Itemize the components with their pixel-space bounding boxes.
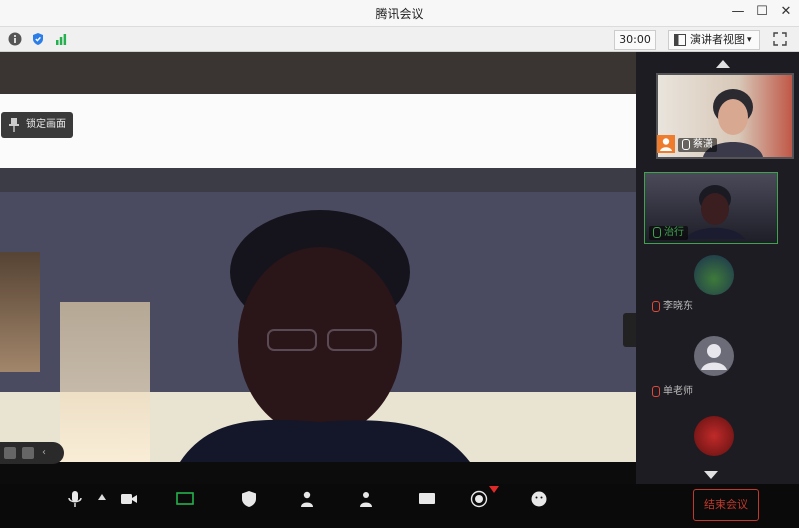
participant-name-bar: 治行 (649, 226, 688, 240)
fullscreen-icon[interactable] (773, 32, 787, 46)
camera-icon[interactable] (120, 490, 138, 508)
minimize-button[interactable]: — (728, 3, 748, 21)
participant-name-bar: 单老师 (648, 385, 697, 399)
security-icon[interactable] (240, 490, 258, 508)
self-name-bar: 蔡潇 (678, 138, 717, 152)
speaker-video (180, 210, 470, 462)
title-bar: 腾讯会议 — ☐ ✕ (0, 0, 799, 27)
participant-name-bar: 李晓东 (648, 300, 697, 314)
avatar (694, 255, 734, 295)
chevron-left-icon[interactable]: ‹ (42, 447, 54, 459)
participant-video (685, 185, 745, 239)
participant-tile[interactable]: 治行 (644, 172, 778, 244)
meeting-timer: 30:00 (614, 30, 656, 50)
self-view-tile[interactable]: 蔡潇 (656, 73, 794, 159)
pin-icon (9, 118, 19, 132)
mic-icon (653, 226, 661, 238)
video-background (0, 52, 660, 94)
participant-tile[interactable] (644, 412, 776, 462)
chat-icon[interactable] (418, 490, 436, 508)
mic-muted-icon (652, 385, 660, 397)
participant-name: 单老师 (663, 386, 693, 397)
scroll-down-icon[interactable] (704, 471, 718, 479)
user-icon (701, 344, 727, 370)
self-name: 蔡潇 (693, 139, 713, 150)
video-background (0, 252, 40, 372)
reaction-icon[interactable] (530, 490, 548, 508)
bottom-control-bar: 结束会议 (0, 484, 799, 528)
avatar (694, 416, 734, 456)
meeting-toolbar: 30:00 演讲者视图 ▾ (0, 27, 799, 52)
view-mode-label: 演讲者视图 (690, 33, 745, 46)
shield-icon[interactable] (31, 32, 45, 46)
participant-tile[interactable]: 单老师 (644, 332, 776, 402)
video-background (0, 462, 640, 484)
mic-muted-icon (652, 300, 660, 312)
host-icon (657, 135, 675, 153)
microphone-icon[interactable] (66, 490, 84, 508)
participant-name: 李晓东 (663, 301, 693, 312)
lock-view-label: 锁定画面 (26, 119, 66, 130)
participant-name: 治行 (664, 227, 684, 238)
lock-view-button[interactable]: 锁定画面 (1, 112, 73, 138)
record-icon[interactable] (470, 490, 488, 508)
video-background (60, 302, 150, 462)
chevron-down-icon: ▾ (747, 35, 752, 45)
end-meeting-button[interactable]: 结束会议 (693, 489, 759, 521)
sidebar-collapse-handle[interactable] (623, 313, 637, 347)
signal-icon[interactable] (54, 32, 68, 46)
participants-icon[interactable] (298, 490, 316, 508)
video-background (0, 168, 640, 192)
video-background (0, 94, 660, 168)
mic-icon (682, 138, 690, 150)
invite-icon[interactable] (358, 490, 376, 508)
info-icon[interactable] (8, 32, 22, 46)
window-title: 腾讯会议 (375, 7, 424, 21)
close-button[interactable]: ✕ (776, 3, 796, 21)
view-mode-select[interactable]: 演讲者视图 ▾ (668, 30, 760, 50)
notification-badge (489, 486, 499, 493)
scroll-up-icon[interactable] (716, 60, 730, 68)
maximize-button[interactable]: ☐ (752, 3, 772, 21)
participant-tile[interactable]: 李晓东 (644, 247, 776, 317)
mini-control-panel[interactable]: ‹ (0, 442, 64, 464)
audio-options-icon[interactable] (98, 494, 106, 500)
emoji-icon[interactable] (4, 447, 16, 459)
screen-icon[interactable] (22, 447, 34, 459)
layout-icon (674, 34, 686, 46)
avatar (694, 336, 734, 376)
share-screen-icon[interactable] (176, 490, 194, 508)
